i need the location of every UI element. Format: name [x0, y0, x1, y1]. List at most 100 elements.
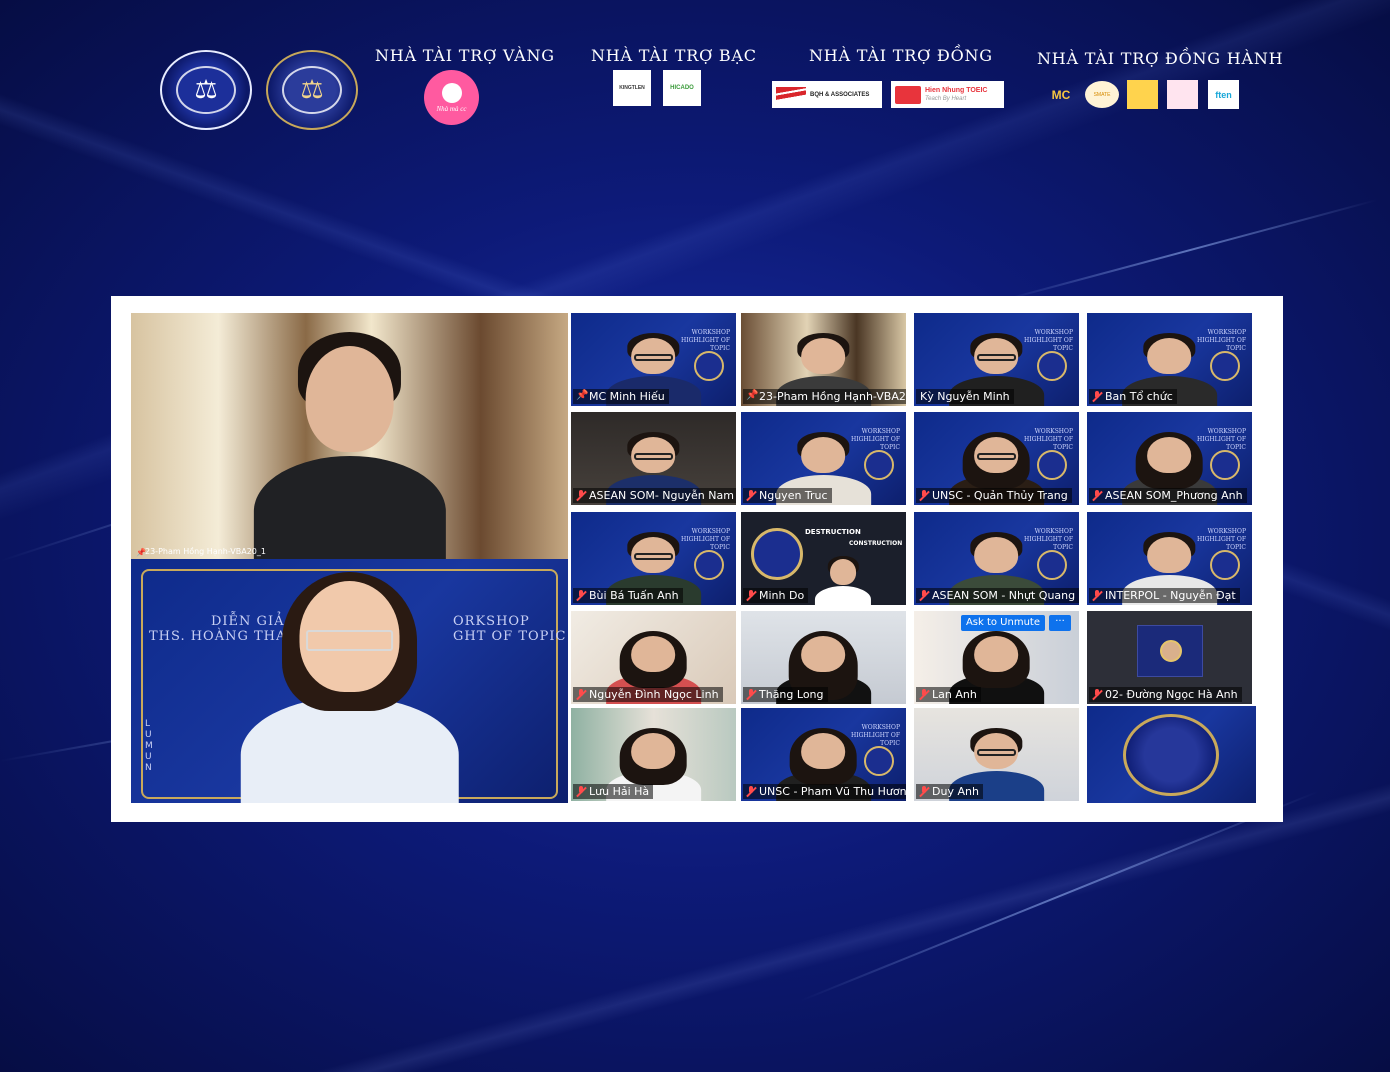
- mic-muted-icon: [746, 590, 756, 601]
- background-streak: [999, 199, 1377, 302]
- companion-sponsor-logo-ften: ften: [1208, 80, 1239, 109]
- participant-thumbnail: [1137, 625, 1203, 677]
- video-tile-name-text: 23-Pham Hồng Hạnh-VBA2...: [759, 390, 906, 403]
- gallery-video-tile[interactable]: Duy Anh: [914, 708, 1079, 801]
- pin-icon: 📌: [576, 390, 589, 401]
- gallery-video-tile[interactable]: WORKSHOP HIGHLIGHT OF TOPIC Ban Tổ chức: [1087, 313, 1252, 406]
- video-tile-name: Ban Tổ chức: [1089, 389, 1177, 404]
- video-tile-name: 📌 23-Pham Hồng Hạnh-VBA2...: [743, 389, 906, 404]
- video-tile-name-text: ASEAN SOM_Phương Anh: [1105, 489, 1243, 502]
- gallery-video-tile[interactable]: Thăng Long: [741, 611, 906, 704]
- video-tile-name-text: Thăng Long: [759, 688, 824, 701]
- mic-muted-icon: [919, 590, 929, 601]
- mic-muted-icon: [919, 786, 929, 797]
- video-tile-name: INTERPOL - Nguyễn Đạt: [1089, 588, 1240, 603]
- gallery-video-tile[interactable]: DESTRUCTION CONSTRUCTION Minh Do: [741, 512, 906, 605]
- gallery-video-tile[interactable]: WORKSHOP HIGHLIGHT OF TOPIC UNSC - Pham V…: [741, 708, 906, 801]
- mic-muted-icon: [746, 490, 756, 501]
- hien-nhung-logo-text: Hien Nhung TOEIC: [925, 86, 988, 94]
- gold-sponsor-logo-text: Nhà mà cc: [436, 104, 467, 113]
- bqh-mark-icon: [776, 86, 806, 103]
- lumun-scales-seal-logo: ⚖: [266, 50, 358, 130]
- video-tile-name-text: Bùi Bá Tuấn Anh: [589, 589, 679, 602]
- background-streak: [799, 790, 1320, 1002]
- companion-sponsor-logo-smate: SMATE: [1085, 81, 1119, 108]
- gallery-video-tile[interactable]: WORKSHOP HIGHLIGHT OF TOPIC Bùi Bá Tuấn A…: [571, 512, 736, 605]
- video-tile-name: Thăng Long: [743, 687, 828, 702]
- video-tile-name-text: UNSC - Quản Thủy Trang: [932, 489, 1068, 502]
- video-tile-name: Lan Anh: [916, 687, 981, 702]
- mic-muted-icon: [576, 786, 586, 797]
- video-tile-name: 02- Đường Ngọc Hà Anh: [1089, 687, 1242, 702]
- gallery-video-tile[interactable]: WORKSHOP HIGHLIGHT OF TOPIC ASEAN SOM_Phư…: [1087, 412, 1252, 505]
- more-options-button[interactable]: ···: [1049, 615, 1071, 631]
- gallery-video-tile[interactable]: Lan Anh Ask to Unmute ···: [914, 611, 1079, 704]
- ask-to-unmute-button[interactable]: Ask to Unmute: [960, 615, 1045, 631]
- video-tile-name: 📌 23-Pham Hồng Hạnh-VBA20_1: [133, 546, 270, 557]
- video-tile-name-text: Nguyễn Đình Ngọc Linh: [589, 688, 719, 701]
- gallery-video-tile[interactable]: WORKSHOP HIGHLIGHT OF TOPIC Nguyen Truc: [741, 412, 906, 505]
- companion-sponsor-title: NHÀ TÀI TRỢ ĐỒNG HÀNH: [1037, 49, 1284, 68]
- mic-muted-icon: [746, 786, 756, 797]
- silver-sponsor-title: NHÀ TÀI TRỢ BẠC: [591, 46, 757, 65]
- video-tile-name: Kỳ Nguyễn Minh: [916, 389, 1014, 404]
- gallery-video-tile[interactable]: 02- Đường Ngọc Hà Anh: [1087, 611, 1252, 704]
- mic-muted-icon: [1092, 689, 1102, 700]
- gold-sponsor-title: NHÀ TÀI TRỢ VÀNG: [375, 46, 555, 65]
- video-tile-name-text: UNSC - Pham Vũ Thu Hương: [759, 785, 906, 798]
- video-tile-name-text: 02- Đường Ngọc Hà Anh: [1105, 688, 1238, 701]
- companion-sponsor-logo-3: [1127, 80, 1158, 109]
- lumun-scales-seal-logo: [1123, 714, 1219, 796]
- video-tile-name-text: ASEAN SOM- Nguyễn Nam: [589, 489, 734, 502]
- main-video-tile-host[interactable]: 📌 23-Pham Hồng Hạnh-VBA20_1: [131, 313, 568, 559]
- video-tile-name-text: Ban Tổ chức: [1105, 390, 1173, 403]
- silver-sponsor-logo-kingtlen: KINGTLEN: [613, 70, 651, 106]
- mic-muted-icon: [1092, 391, 1102, 402]
- gallery-video-tile[interactable]: 📌 23-Pham Hồng Hạnh-VBA2...: [741, 313, 906, 406]
- book-heart-icon: [895, 85, 921, 104]
- video-tile-name: UNSC - Pham Vũ Thu Hương: [743, 784, 906, 799]
- gallery-video-tile[interactable]: ASEAN SOM- Nguyễn Nam: [571, 412, 736, 505]
- slide-topic-title: GHT OF TOPIC: [453, 629, 567, 644]
- video-tile-name: ASEAN SOM- Nguyễn Nam: [573, 488, 736, 503]
- gallery-video-tile[interactable]: WORKSHOP HIGHLIGHT OF TOPIC ASEAN SOM - N…: [914, 512, 1079, 605]
- gallery-video-tile[interactable]: Nguyễn Đình Ngọc Linh: [571, 611, 736, 704]
- bronze-sponsor-logo-hien-nhung: Hien Nhung TOEIC Teach By Heart: [891, 81, 1004, 108]
- slide-workshop-title: ORKSHOP: [453, 614, 530, 629]
- video-tile-name: Duy Anh: [916, 784, 983, 799]
- chef-icon: [441, 82, 462, 103]
- video-tile-name-text: 23-Pham Hồng Hạnh-VBA20_1: [145, 547, 266, 556]
- gallery-video-tile[interactable]: Lưu Hải Hà: [571, 708, 736, 801]
- video-tile-name: Lưu Hải Hà: [573, 784, 654, 799]
- mic-muted-icon: [919, 689, 929, 700]
- video-tile-name-text: MC Minh Hiếu: [589, 390, 665, 403]
- mic-muted-icon: [1092, 590, 1102, 601]
- video-tile-name-text: Kỳ Nguyễn Minh: [920, 390, 1010, 403]
- tile-large-seal-icon: [751, 528, 803, 580]
- hien-nhung-slogan: Teach By Heart: [925, 95, 967, 102]
- bronze-sponsor-title: NHÀ TÀI TRỢ ĐỒNG: [809, 46, 993, 65]
- video-tile-name-text: Minh Do: [759, 589, 805, 602]
- video-tile-name: Nguyễn Đình Ngọc Linh: [573, 687, 723, 702]
- bronze-sponsor-logo-bqh: BQH & ASSOCIATES: [772, 81, 882, 108]
- bqh-logo-text: BQH & ASSOCIATES: [810, 91, 870, 98]
- video-tile-name-text: INTERPOL - Nguyễn Đạt: [1105, 589, 1236, 602]
- main-video-tile-speaker[interactable]: DIỄN GIẢ: THS. HOÀNG THANH PHƯƠ ORKSHOP …: [131, 559, 568, 803]
- pin-icon: 📌: [136, 548, 146, 557]
- video-tile-name: ASEAN SOM - Nhựt Quang: [916, 588, 1079, 603]
- organization-globe-seal-logo: ⚖: [160, 50, 252, 130]
- gallery-video-tile[interactable]: WORKSHOP HIGHLIGHT OF TOPIC 📌 MC Minh Hiếu: [571, 313, 736, 406]
- video-tile-name: UNSC - Quản Thủy Trang: [916, 488, 1072, 503]
- slide-side-text: LUMUN: [145, 719, 153, 773]
- mic-muted-icon: [746, 689, 756, 700]
- tile-slide-subtitle: CONSTRUCTION: [849, 540, 903, 547]
- mic-muted-icon: [576, 689, 586, 700]
- video-tile-name-text: Nguyen Truc: [759, 489, 828, 502]
- companion-sponsor-logo-mc: MC: [1051, 88, 1071, 102]
- video-tile-name-text: ASEAN SOM - Nhựt Quang: [932, 589, 1076, 602]
- gallery-video-tile[interactable]: WORKSHOP HIGHLIGHT OF TOPIC Kỳ Nguyễn Min…: [914, 313, 1079, 406]
- gallery-video-tile[interactable]: WORKSHOP HIGHLIGHT OF TOPIC INTERPOL - Ng…: [1087, 512, 1252, 605]
- video-tile-name: Bùi Bá Tuấn Anh: [573, 588, 683, 603]
- gallery-video-tile[interactable]: WORKSHOP HIGHLIGHT OF TOPIC UNSC - Quản T…: [914, 412, 1079, 505]
- participant-figure: [815, 555, 872, 605]
